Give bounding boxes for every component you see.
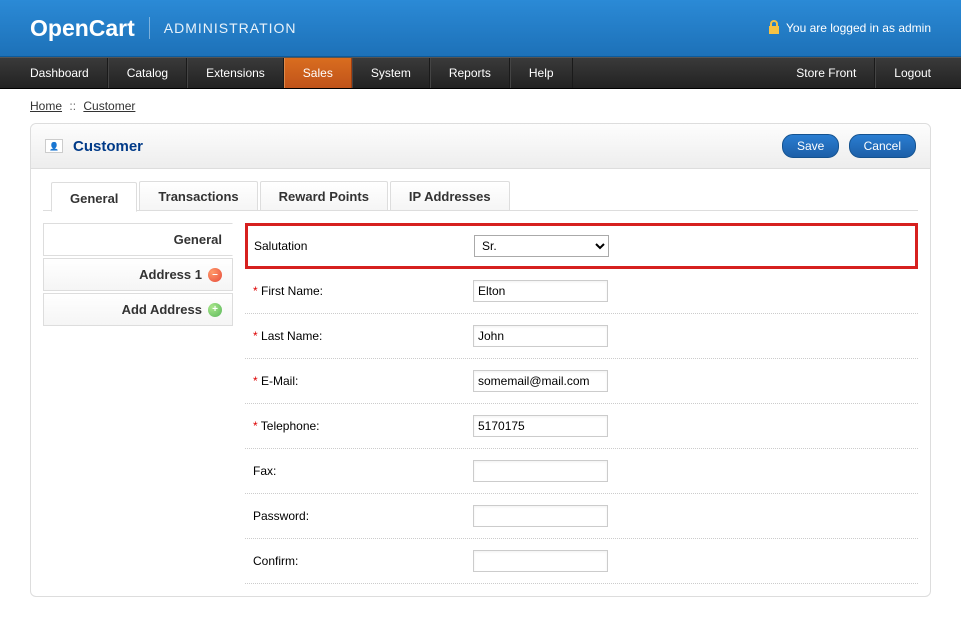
- field-label: * Telephone:: [253, 419, 473, 433]
- remove-address-icon[interactable]: –: [208, 268, 222, 282]
- logo: OpenCart: [30, 15, 135, 42]
- vtab-address-1-label: Address 1: [139, 267, 202, 282]
- admin-subtitle: ADMINISTRATION: [164, 20, 297, 36]
- box-heading: 👤 Customer Save Cancel: [31, 124, 930, 169]
- field-input-wrap: [473, 325, 608, 347]
- tab-transactions[interactable]: Transactions: [139, 181, 257, 210]
- nav-help[interactable]: Help: [510, 58, 573, 88]
- field-label: * First Name:: [253, 284, 473, 298]
- field-input-wrap: [473, 415, 608, 437]
- password-input[interactable]: [473, 505, 608, 527]
- e-mail-input[interactable]: [473, 370, 608, 392]
- nav-left: Dashboard Catalog Extensions Sales Syste…: [0, 58, 573, 88]
- field-label-text: Telephone:: [261, 419, 320, 433]
- form-row-fax: Fax:: [245, 449, 918, 494]
- field-input-wrap: [473, 505, 608, 527]
- field-label-text: Password:: [253, 509, 309, 523]
- required-marker: *: [253, 419, 261, 433]
- nav-system[interactable]: System: [352, 58, 430, 88]
- save-button[interactable]: Save: [782, 134, 839, 158]
- nav-dashboard[interactable]: Dashboard: [0, 58, 108, 88]
- page-title: Customer: [73, 138, 143, 155]
- form-row-e-mail: * E-Mail:: [245, 359, 918, 404]
- field-label: Confirm:: [253, 554, 473, 568]
- main-nav: Dashboard Catalog Extensions Sales Syste…: [0, 57, 961, 89]
- form-row-confirm: Confirm:: [245, 539, 918, 584]
- lock-icon: [768, 20, 780, 37]
- nav-sales[interactable]: Sales: [284, 58, 352, 88]
- logo-separator: [149, 17, 150, 39]
- box-content: General Transactions Reward Points IP Ad…: [31, 169, 930, 596]
- vtab-general[interactable]: General: [43, 223, 233, 256]
- box-buttons: Save Cancel: [776, 134, 916, 158]
- field-input-wrap: [473, 460, 608, 482]
- field-input-wrap: [473, 550, 608, 572]
- field-label-text: Fax:: [253, 464, 276, 478]
- fax-input[interactable]: [473, 460, 608, 482]
- nav-store-front[interactable]: Store Front: [766, 58, 875, 88]
- vtab-address-1[interactable]: Address 1 –: [43, 258, 233, 291]
- last-name-input[interactable]: [473, 325, 608, 347]
- vtab-general-label: General: [174, 232, 222, 247]
- field-input-wrap: Sr.: [474, 235, 609, 257]
- form-layout: General Address 1 – Add Address + Saluta…: [43, 223, 918, 584]
- vtab-add-address[interactable]: Add Address +: [43, 293, 233, 326]
- header-right: You are logged in as admin: [768, 20, 931, 37]
- form-row-last-name: * Last Name:: [245, 314, 918, 359]
- field-label-text: Last Name:: [261, 329, 322, 343]
- required-marker: *: [253, 329, 261, 343]
- box-heading-left: 👤 Customer: [45, 138, 143, 155]
- login-status: You are logged in as admin: [786, 21, 931, 35]
- nav-logout[interactable]: Logout: [875, 58, 961, 88]
- form-row-telephone: * Telephone:: [245, 404, 918, 449]
- content-box: 👤 Customer Save Cancel General Transacti…: [30, 123, 931, 597]
- required-marker: *: [253, 284, 261, 298]
- form-area: SalutationSr.* First Name:* Last Name:* …: [245, 223, 918, 584]
- horizontal-tabs: General Transactions Reward Points IP Ad…: [43, 181, 918, 211]
- vertical-tabs: General Address 1 – Add Address +: [43, 223, 233, 584]
- telephone-input[interactable]: [473, 415, 608, 437]
- field-label-text: Salutation: [254, 239, 307, 253]
- field-input-wrap: [473, 370, 608, 392]
- salutation-select[interactable]: Sr.: [474, 235, 609, 257]
- nav-extensions[interactable]: Extensions: [187, 58, 284, 88]
- field-label: * Last Name:: [253, 329, 473, 343]
- breadcrumb-customer[interactable]: Customer: [83, 99, 135, 113]
- vtab-add-address-label: Add Address: [122, 302, 202, 317]
- header: OpenCart ADMINISTRATION You are logged i…: [0, 0, 961, 57]
- header-left: OpenCart ADMINISTRATION: [30, 15, 297, 42]
- field-label: Fax:: [253, 464, 473, 478]
- field-input-wrap: [473, 280, 608, 302]
- form-row-first-name: * First Name:: [245, 269, 918, 314]
- field-label-text: First Name:: [261, 284, 323, 298]
- field-label: * E-Mail:: [253, 374, 473, 388]
- form-row-salutation: Salutation Sr.: [245, 223, 918, 269]
- nav-right: Store Front Logout: [766, 58, 961, 88]
- field-label: Password:: [253, 509, 473, 523]
- breadcrumb-sep: ::: [69, 99, 76, 113]
- required-marker: *: [253, 374, 261, 388]
- customer-icon: 👤: [45, 139, 63, 153]
- nav-catalog[interactable]: Catalog: [108, 58, 187, 88]
- form-row-password: Password:: [245, 494, 918, 539]
- field-label-text: Confirm:: [253, 554, 298, 568]
- tab-ip-addresses[interactable]: IP Addresses: [390, 181, 510, 210]
- confirm-input[interactable]: [473, 550, 608, 572]
- cancel-button[interactable]: Cancel: [849, 134, 916, 158]
- first-name-input[interactable]: [473, 280, 608, 302]
- nav-reports[interactable]: Reports: [430, 58, 510, 88]
- breadcrumb: Home :: Customer: [0, 89, 961, 123]
- breadcrumb-home[interactable]: Home: [30, 99, 62, 113]
- tab-general[interactable]: General: [51, 182, 137, 212]
- add-address-icon[interactable]: +: [208, 303, 222, 317]
- field-label: Salutation: [254, 239, 474, 253]
- tab-reward-points[interactable]: Reward Points: [260, 181, 388, 210]
- field-label-text: E-Mail:: [261, 374, 298, 388]
